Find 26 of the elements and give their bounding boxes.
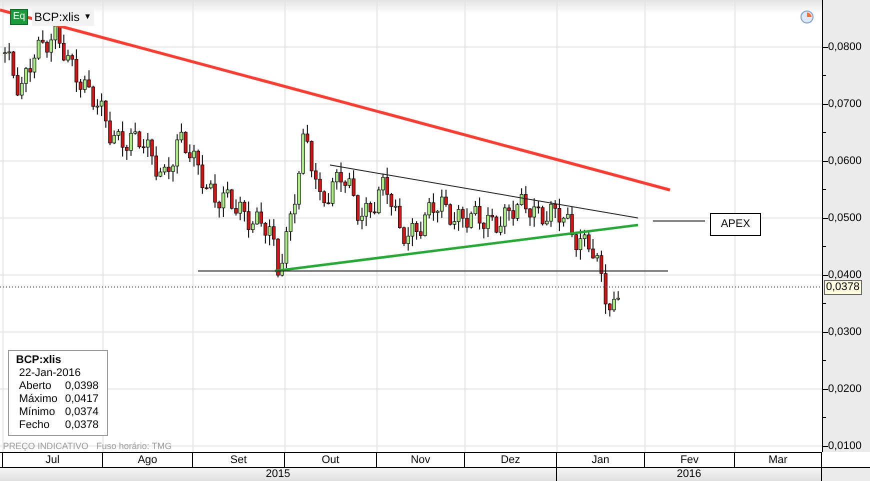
equity-badge: Eq bbox=[10, 9, 28, 25]
info-value: 0,0417 bbox=[65, 393, 99, 406]
price-tick-label: 0,0300 bbox=[828, 326, 862, 338]
last-price-badge: 0,0378 bbox=[824, 280, 862, 295]
info-value: 0,0374 bbox=[65, 406, 99, 419]
year-label: 2016 bbox=[557, 468, 822, 481]
price-tick-label: 0,0100 bbox=[828, 440, 862, 452]
symbol-selector[interactable]: BCP:xlis ▼ bbox=[32, 8, 94, 26]
price-tick-label: 0,0700 bbox=[828, 98, 862, 110]
info-label: Mínimo bbox=[19, 406, 56, 419]
info-label: Aberto bbox=[19, 380, 52, 393]
price-tick-label: 0,0500 bbox=[828, 212, 862, 224]
apex-label: APEX bbox=[710, 213, 761, 236]
info-label: Fecho bbox=[19, 419, 51, 432]
info-date: 22-Jan-2016 bbox=[18, 367, 82, 380]
timezone-label: Fuso horário: TMG bbox=[96, 440, 172, 453]
info-value: 0,0378 bbox=[65, 419, 99, 432]
info-title: BCP:xlis bbox=[16, 354, 62, 367]
info-label: Máximo bbox=[19, 393, 59, 406]
price-tick-label: 0,0400 bbox=[828, 269, 862, 281]
price-tick-label: 0,0600 bbox=[828, 155, 862, 167]
info-value: 0,0398 bbox=[65, 380, 99, 393]
year-label: 2015 bbox=[0, 468, 557, 481]
price-tick-label: 0,0200 bbox=[828, 383, 862, 395]
footer-note: PREÇO INDICATIVO bbox=[3, 440, 88, 453]
price-tick-label: 0,0800 bbox=[828, 41, 862, 53]
